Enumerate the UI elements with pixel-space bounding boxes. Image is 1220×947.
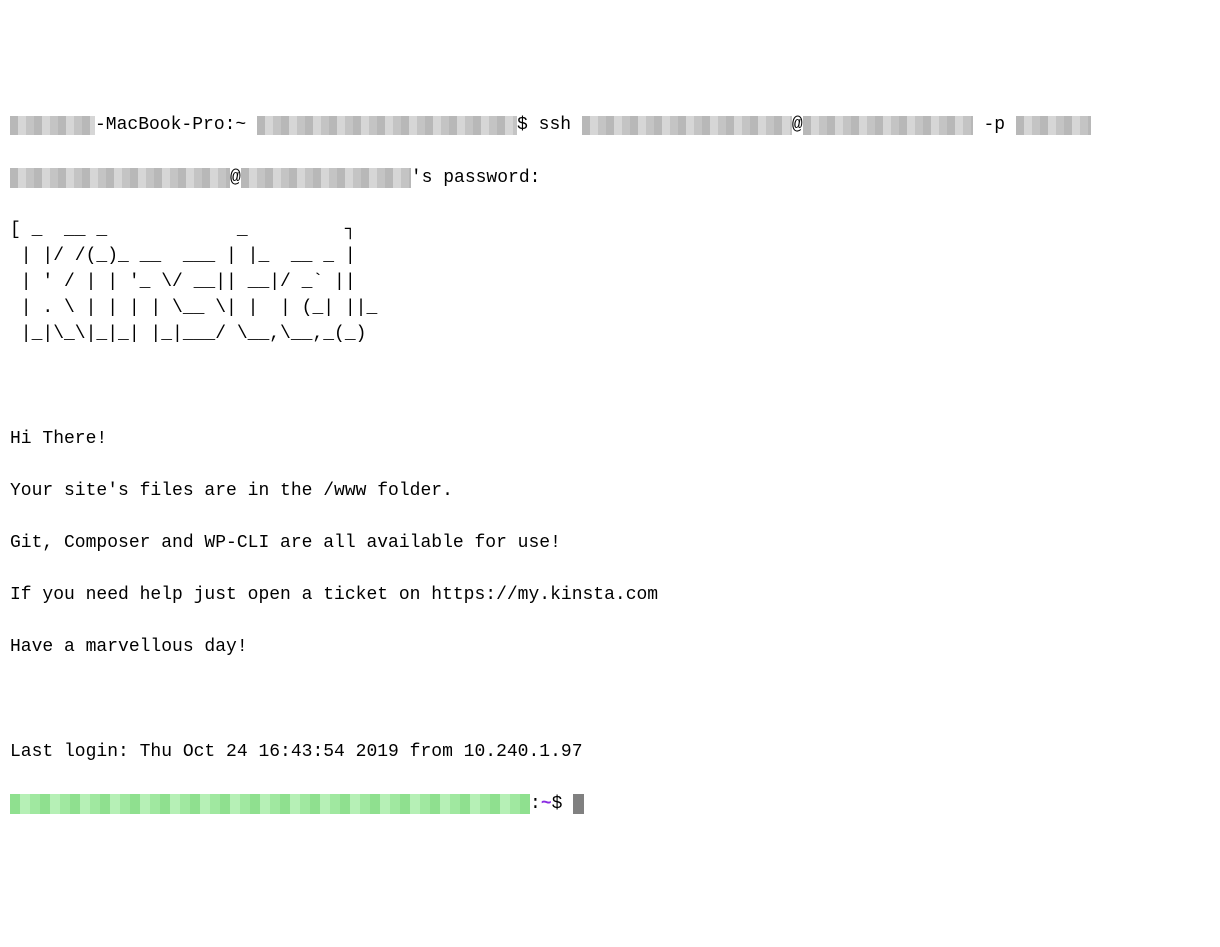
- redacted-remote-prompt: [10, 794, 530, 814]
- redacted-remote-host: [241, 168, 411, 188]
- blank-line-1: [10, 373, 1210, 399]
- redacted-ssh-host: [803, 116, 973, 136]
- redacted-local-user: [10, 116, 95, 136]
- motd-line-2: Your site's files are in the /www folder…: [10, 478, 1210, 504]
- remote-prompt-line[interactable]: :~$: [10, 791, 1210, 817]
- port-flag: -p: [973, 115, 1016, 135]
- motd-line-3: Git, Composer and WP-CLI are all availab…: [10, 530, 1210, 556]
- at-sign: @: [792, 115, 803, 135]
- terminal-cursor[interactable]: [573, 794, 584, 814]
- prompt-dollar: $: [552, 794, 574, 814]
- ssh-command: ssh: [539, 115, 582, 135]
- motd-line-5: Have a marvellous day!: [10, 634, 1210, 660]
- password-prompt-line: @ 's password:: [10, 165, 1210, 191]
- motd-line-1: Hi There!: [10, 426, 1210, 452]
- redacted-ssh-port: [1016, 116, 1091, 136]
- local-prompt-line: -MacBook-Pro:~ $ ssh @ -p: [10, 112, 1210, 138]
- redacted-local-user2: [257, 116, 517, 136]
- at-sign-2: @: [230, 168, 241, 188]
- redacted-remote-user: [10, 168, 230, 188]
- redacted-ssh-user: [582, 116, 792, 136]
- last-login-line: Last login: Thu Oct 24 16:43:54 2019 fro…: [10, 739, 1210, 765]
- prompt-tilde: ~: [541, 794, 552, 814]
- prompt-colon: :: [530, 794, 541, 814]
- local-host-suffix: -MacBook-Pro:~: [95, 115, 257, 135]
- motd-line-4: If you need help just open a ticket on h…: [10, 582, 1210, 608]
- password-suffix: 's password:: [411, 168, 541, 188]
- ascii-art-banner: [ _ __ _ _ ┐ | |/ /(_)_ __ ___ | |_ __ _…: [10, 217, 1210, 347]
- dollar-sign: $: [517, 115, 539, 135]
- blank-line-2: [10, 686, 1210, 712]
